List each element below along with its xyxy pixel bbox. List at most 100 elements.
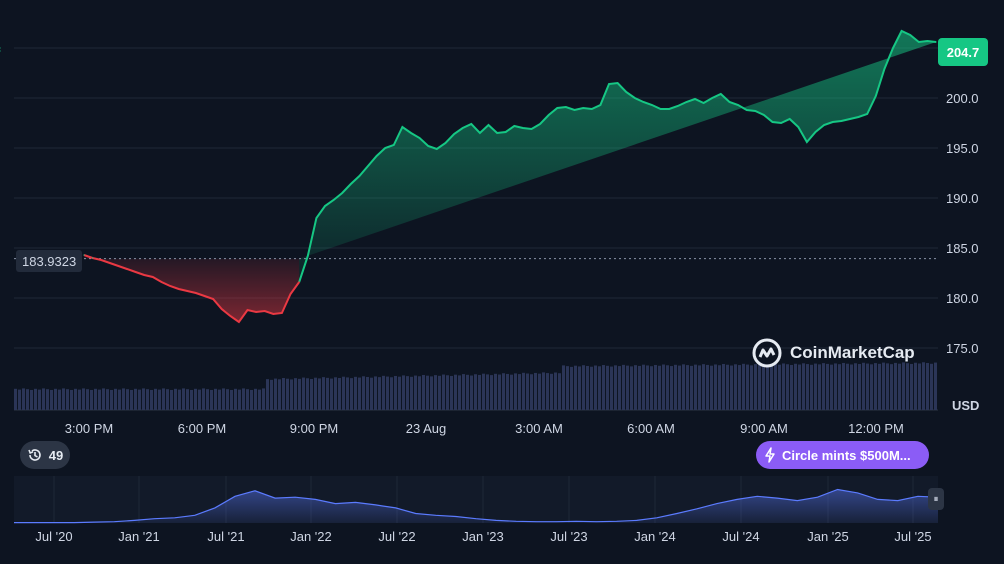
volume-bar [242, 388, 245, 410]
volume-bar [350, 378, 353, 410]
price-point [548, 114, 550, 116]
volume-bar [786, 364, 789, 410]
volume-bar [562, 365, 565, 410]
price-point [298, 281, 300, 283]
volume-bar [774, 363, 777, 410]
volume-bar [418, 376, 421, 410]
price-point [909, 34, 911, 36]
volume-bar [654, 364, 657, 410]
event-badge[interactable]: Circle mints $500M... [756, 441, 929, 469]
volume-bar [574, 365, 577, 410]
price-point [591, 108, 593, 110]
price-point [307, 255, 309, 257]
volume-bar [142, 388, 145, 410]
y-tick-label: 190.0 [946, 191, 979, 206]
volume-bar [478, 374, 481, 410]
price-point [117, 265, 120, 267]
price-point [685, 101, 688, 103]
volume-bar [634, 365, 637, 410]
volume-bar [246, 389, 249, 410]
volume-bar [934, 362, 937, 410]
volume-bar [550, 373, 553, 410]
volume-bar [382, 375, 385, 410]
price-point [444, 142, 447, 144]
volume-bar [930, 363, 933, 410]
volume-bar [890, 364, 893, 410]
volume-bar [82, 388, 85, 410]
price-point [806, 141, 808, 143]
volume-bar [546, 373, 549, 410]
price-point [582, 107, 584, 109]
price-point [832, 121, 834, 123]
price-chart[interactable]: 175.0 180.0 185.0 190.0 195.0 200.0 3:00 PM 6:… [0, 0, 1004, 564]
volume-bar [282, 377, 285, 410]
volume-bar [922, 362, 925, 410]
volume-bar [358, 377, 361, 410]
price-point [264, 310, 266, 312]
volume-bar [686, 365, 689, 410]
navigator[interactable]: Jul '20 Jan '21 Jul '21 Jan '22 Jul '22 Jan '… [14, 476, 939, 544]
volume-bar [646, 365, 649, 410]
y-tick-label: 200.0 [946, 91, 979, 106]
volume-bar [810, 364, 813, 410]
volume-bar [678, 365, 681, 410]
volume-bar [278, 379, 281, 410]
y-tick-label: 180.0 [946, 291, 979, 306]
volume-bar [318, 378, 321, 410]
volume-bar [630, 366, 633, 410]
volume-bar [498, 374, 501, 410]
volume-bar [270, 379, 273, 410]
price-point [401, 126, 404, 128]
navigator-tick-label: Jan '24 [634, 529, 676, 544]
volume-bar [410, 376, 413, 410]
volume-bar [578, 366, 581, 410]
price-point [918, 41, 920, 43]
volume-bar [926, 363, 929, 410]
price-point [83, 254, 85, 256]
volume-bar [854, 363, 857, 410]
price-point [780, 122, 782, 124]
price-point [935, 41, 937, 43]
event-text: Circle mints $500M... [782, 447, 911, 463]
x-tick-label: 3:00 AM [515, 421, 563, 436]
price-point [625, 91, 627, 93]
price-point [522, 127, 524, 129]
price-point [281, 312, 283, 314]
volume-bar [214, 388, 217, 410]
volume-bar [406, 376, 409, 410]
volume-bar [830, 364, 833, 410]
volume-bar [438, 375, 441, 410]
pause-handle-icon[interactable]: ⏸ [928, 488, 944, 510]
volume-bar [226, 389, 229, 410]
volume-bar [794, 363, 797, 410]
volume-bar [518, 374, 521, 410]
volume-bar [390, 377, 393, 410]
volume-bar [642, 364, 645, 410]
volume-bar [738, 365, 741, 410]
volume-bar [650, 366, 653, 410]
volume-bar [274, 378, 277, 410]
volume-bar [378, 377, 381, 410]
volume-bar [606, 365, 609, 410]
price-point [849, 118, 851, 120]
volume-bar [850, 364, 853, 410]
price-point [857, 116, 860, 118]
price-point [754, 110, 756, 112]
volume-bar [170, 390, 173, 410]
up-area [299, 31, 936, 282]
volume-bar [166, 389, 169, 410]
unit-label: USD [952, 398, 980, 413]
price-point [246, 309, 249, 311]
history-button[interactable]: 49 [20, 441, 70, 469]
volume-bar [614, 365, 617, 410]
volume-bar [746, 364, 749, 410]
volume-bar [702, 364, 705, 410]
volume-bar [30, 390, 33, 410]
price-point [427, 145, 429, 147]
volume-bars [14, 362, 937, 410]
price-point [419, 137, 421, 139]
price-point [565, 106, 567, 108]
price-point [203, 295, 206, 297]
volume-bar [714, 364, 717, 410]
volume-bar [190, 390, 193, 410]
